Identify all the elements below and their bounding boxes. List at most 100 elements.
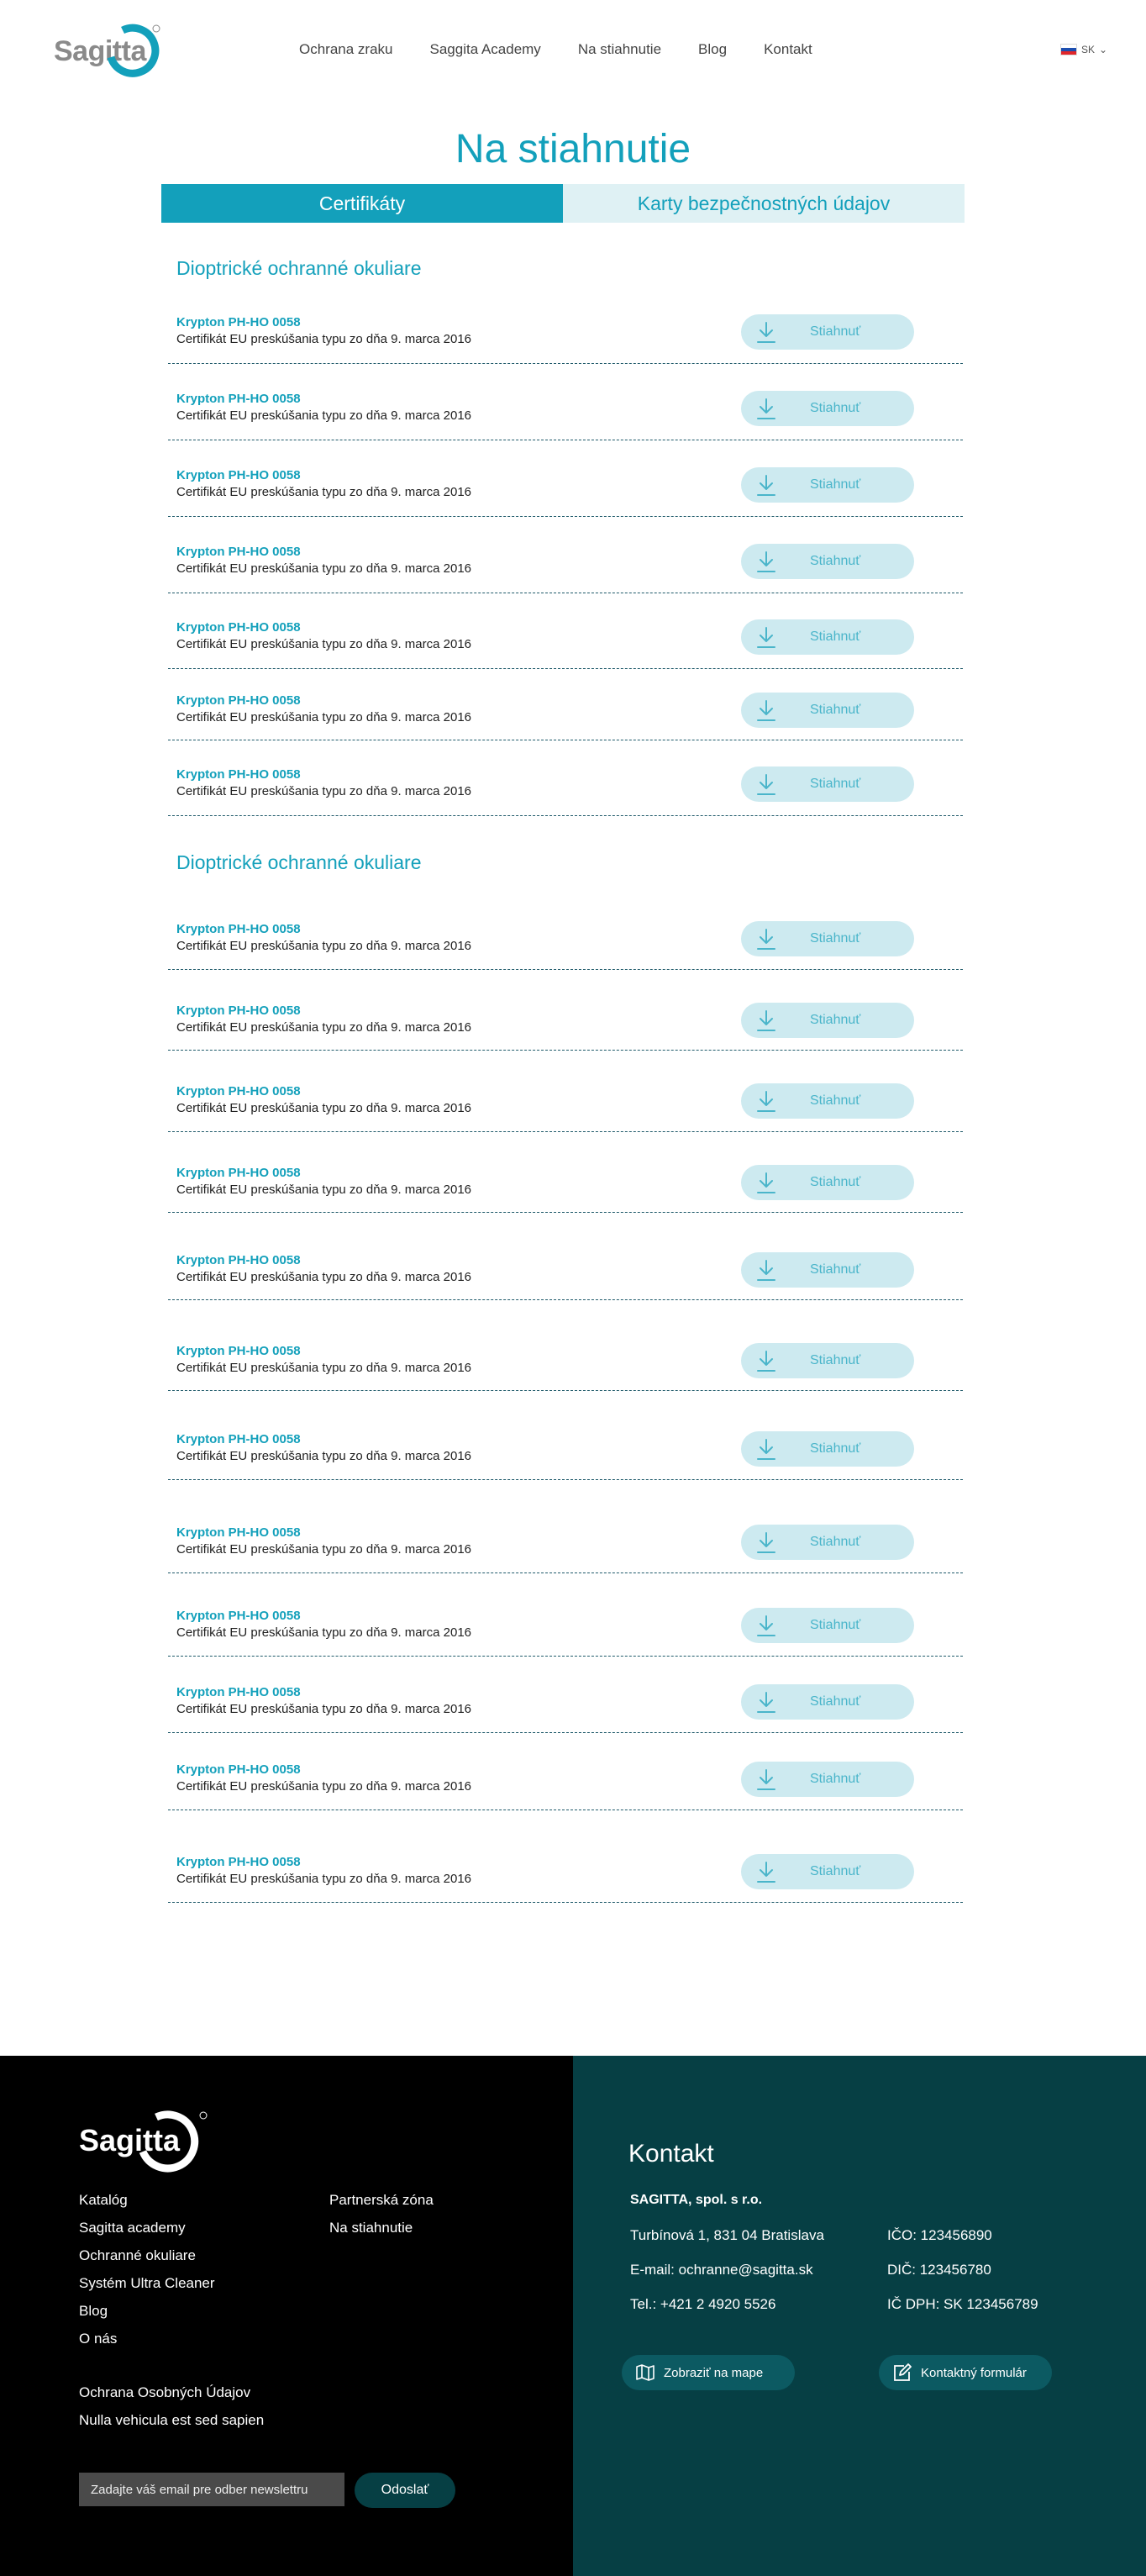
footer-link-partnerska-zona[interactable]: Partnerská zóna [329, 2192, 434, 2209]
list-item: Krypton PH-HO 0058 Certifikát EU preskúša… [168, 684, 963, 740]
certificate-description: Certifikát EU preskúšania typu zo dňa 9.… [176, 561, 472, 576]
download-button[interactable]: Stiahnuť [741, 1165, 914, 1200]
list-item: Krypton PH-HO 0058 Certifikát EU preskúša… [168, 609, 963, 669]
download-button-label: Stiahnuť [810, 324, 861, 339]
certificate-description: Certifikát EU preskúšania typu zo dňa 9.… [176, 1183, 472, 1197]
certificate-name[interactable]: Krypton PH-HO 0058 [176, 1609, 301, 1623]
newsletter-submit-button[interactable]: Odoslať [355, 2473, 455, 2508]
nav-na-stiahnutie[interactable]: Na stiahnutie [578, 41, 661, 58]
download-icon [757, 929, 775, 950]
footer-logo-mark-icon [139, 2110, 208, 2173]
download-icon [757, 774, 775, 795]
download-button[interactable]: Stiahnuť [741, 619, 914, 655]
certificate-name[interactable]: Krypton PH-HO 0058 [176, 545, 301, 559]
download-button-label: Stiahnuť [810, 1093, 861, 1108]
download-button[interactable]: Stiahnuť [741, 1252, 914, 1288]
certificate-name[interactable]: Krypton PH-HO 0058 [176, 392, 301, 406]
nav-blog[interactable]: Blog [698, 41, 727, 58]
nav-ochrana-zraku[interactable]: Ochrana zraku [299, 41, 393, 58]
list-item: Krypton PH-HO 0058 Certifikát EU preskúša… [168, 304, 963, 364]
contact-title: Kontakt [628, 2140, 714, 2168]
list-item: Krypton PH-HO 0058 Certifikát EU preskúša… [168, 993, 963, 1051]
download-button-label: Stiahnuť [810, 1013, 861, 1027]
footer-link-na-stiahnutie[interactable]: Na stiahnutie [329, 2220, 413, 2236]
footer-link-blog[interactable]: Blog [79, 2303, 108, 2320]
footer-link-system-ultra-cleaner[interactable]: Systém Ultra Cleaner [79, 2275, 215, 2292]
certificate-name[interactable]: Krypton PH-HO 0058 [176, 1084, 301, 1098]
download-button[interactable]: Stiahnuť [741, 544, 914, 579]
certificate-name[interactable]: Krypton PH-HO 0058 [176, 620, 301, 635]
certificate-name[interactable]: Krypton PH-HO 0058 [176, 1344, 301, 1358]
nav-saggita-academy[interactable]: Saggita Academy [430, 41, 541, 58]
list-item: Krypton PH-HO 0058 Certifikát EU preskúša… [168, 756, 963, 816]
map-button[interactable]: Zobraziť na mape [622, 2355, 795, 2390]
certificate-description: Certifikát EU preskúšania typu zo dňa 9.… [176, 1449, 472, 1463]
footer-link-o-nas[interactable]: O nás [79, 2331, 117, 2347]
download-button-label: Stiahnuť [810, 1175, 861, 1189]
certificate-name[interactable]: Krypton PH-HO 0058 [176, 922, 301, 936]
certificate-description: Certifikát EU preskúšania typu zo dňa 9.… [176, 637, 472, 651]
download-button[interactable]: Stiahnuť [741, 1003, 914, 1038]
download-icon [757, 475, 775, 496]
language-switcher[interactable]: SK ⌄ [1060, 44, 1107, 55]
download-button-label: Stiahnuť [810, 554, 861, 568]
list-item: Krypton PH-HO 0058 Certifikát EU preskúša… [168, 1674, 963, 1733]
list-item: Krypton PH-HO 0058 Certifikát EU preskúša… [168, 1752, 963, 1810]
download-button[interactable]: Stiahnuť [741, 921, 914, 956]
certificate-description: Certifikát EU preskúšania typu zo dňa 9.… [176, 1625, 472, 1640]
download-button[interactable]: Stiahnuť [741, 1608, 914, 1643]
download-button[interactable]: Stiahnuť [741, 1343, 914, 1378]
contact-form-button[interactable]: Kontaktný formulár [879, 2355, 1052, 2390]
download-button[interactable]: Stiahnuť [741, 693, 914, 728]
list-item: Krypton PH-HO 0058 Certifikát EU preskúša… [168, 1335, 963, 1391]
certificate-name[interactable]: Krypton PH-HO 0058 [176, 1762, 301, 1777]
section-title: Dioptrické ochranné okuliare [176, 257, 422, 279]
list-item: Krypton PH-HO 0058 Certifikát EU preskúša… [168, 1599, 963, 1657]
logo[interactable]: Sagitta [54, 24, 165, 81]
download-button[interactable]: Stiahnuť [741, 314, 914, 350]
footer-link-katalog[interactable]: Katalóg [79, 2192, 128, 2209]
certificate-description: Certifikát EU preskúšania typu zo dňa 9.… [176, 1361, 472, 1375]
download-button[interactable]: Stiahnuť [741, 1762, 914, 1797]
download-button[interactable]: Stiahnuť [741, 1431, 914, 1467]
certificate-name[interactable]: Krypton PH-HO 0058 [176, 1525, 301, 1540]
list-item: Krypton PH-HO 0058 Certifikát EU preskúša… [168, 1156, 963, 1213]
certificate-name[interactable]: Krypton PH-HO 0058 [176, 1253, 301, 1267]
certificate-name[interactable]: Krypton PH-HO 0058 [176, 315, 301, 329]
download-button[interactable]: Stiahnuť [741, 1684, 914, 1720]
footer-link-sagitta-academy[interactable]: Sagitta academy [79, 2220, 186, 2236]
download-button[interactable]: Stiahnuť [741, 1525, 914, 1560]
list-item: Krypton PH-HO 0058 Certifikát EU preskúša… [168, 912, 963, 970]
footer-link-ochranne-okuliare[interactable]: Ochranné okuliare [79, 2247, 196, 2264]
download-button-label: Stiahnuť [810, 931, 861, 946]
certificate-name[interactable]: Krypton PH-HO 0058 [176, 468, 301, 482]
certificate-name[interactable]: Krypton PH-HO 0058 [176, 1685, 301, 1699]
download-button-label: Stiahnuť [810, 1772, 861, 1786]
certificate-name[interactable]: Krypton PH-HO 0058 [176, 767, 301, 782]
certificate-name[interactable]: Krypton PH-HO 0058 [176, 1855, 301, 1869]
download-button[interactable]: Stiahnuť [741, 1083, 914, 1119]
newsletter-email-input[interactable] [79, 2473, 344, 2506]
footer-link-ochrana-osobnych-udajov[interactable]: Ochrana Osobných Údajov [79, 2384, 250, 2401]
download-icon [757, 1615, 775, 1636]
download-button-label: Stiahnuť [810, 1618, 861, 1632]
certificate-name[interactable]: Krypton PH-HO 0058 [176, 1432, 301, 1446]
contact-phone[interactable]: Tel.: +421 2 4920 5526 [630, 2296, 775, 2313]
page-title: Na stiahnutie [455, 127, 691, 172]
download-button[interactable]: Stiahnuť [741, 1854, 914, 1889]
download-button-label: Stiahnuť [810, 1535, 861, 1549]
footer-link-nulla-vehicula[interactable]: Nulla vehicula est sed sapien [79, 2412, 264, 2429]
footer-logo[interactable]: Sagitta [79, 2110, 222, 2180]
tab-karty-bezpecnostnych-udajov[interactable]: Karty bezpečnostných údajov [563, 184, 965, 223]
contact-icdph: IČ DPH: SK 123456789 [887, 2296, 1038, 2312]
certificate-name[interactable]: Krypton PH-HO 0058 [176, 693, 301, 708]
certificate-name[interactable]: Krypton PH-HO 0058 [176, 1166, 301, 1180]
tab-certifikaty[interactable]: Certifikáty [161, 184, 563, 223]
download-button[interactable]: Stiahnuť [741, 766, 914, 802]
download-icon [757, 1439, 775, 1460]
contact-email[interactable]: E-mail: ochranne@sagitta.sk [630, 2262, 813, 2278]
download-button[interactable]: Stiahnuť [741, 467, 914, 503]
nav-kontakt[interactable]: Kontakt [764, 41, 812, 58]
download-button[interactable]: Stiahnuť [741, 391, 914, 426]
certificate-name[interactable]: Krypton PH-HO 0058 [176, 1004, 301, 1018]
